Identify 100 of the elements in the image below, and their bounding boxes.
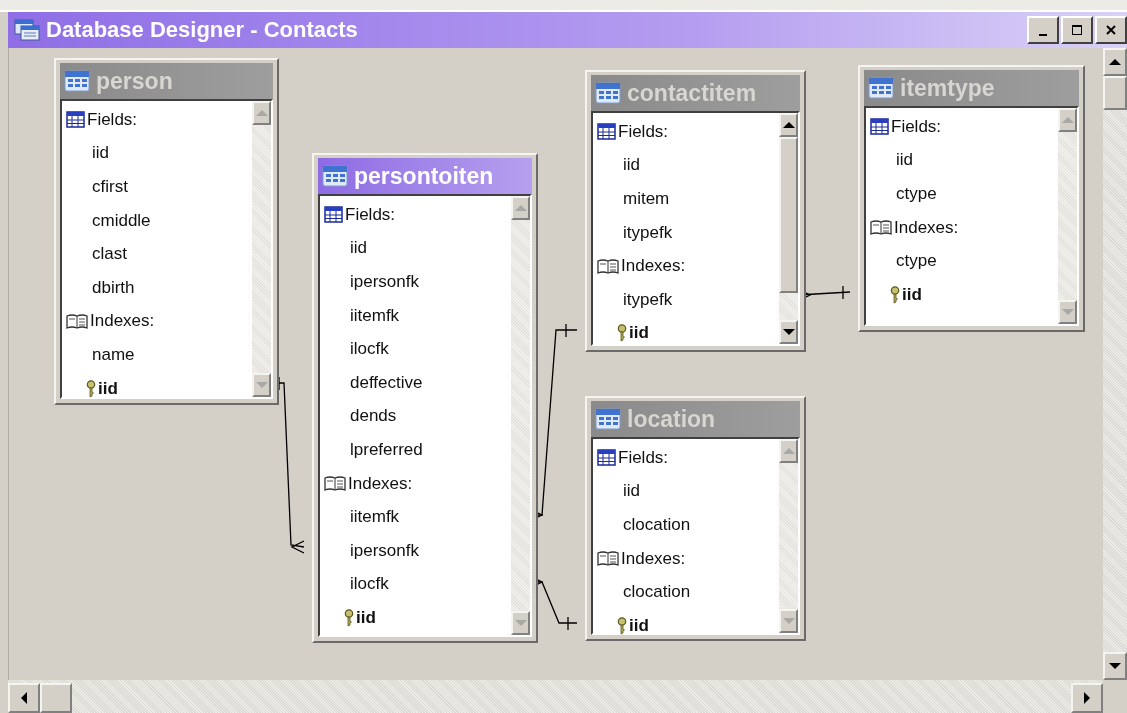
key-icon bbox=[890, 285, 900, 304]
field-item[interactable]: ctype bbox=[896, 251, 937, 272]
table-window[interactable]: persontoiten Fields: iid ipersonfk iitemfk ilocfk deffective dends lpreferred Indexes: iitemfk ipersonfk ilocfk iid bbox=[312, 153, 538, 643]
book-icon bbox=[870, 219, 892, 237]
primary-key-field[interactable]: iid bbox=[356, 607, 376, 628]
field-item[interactable]: mitem bbox=[623, 189, 670, 209]
field-item[interactable]: cmiddle bbox=[92, 210, 151, 231]
fields-icon bbox=[597, 123, 616, 141]
field-item[interactable]: ctype bbox=[896, 184, 937, 204]
table-icon bbox=[64, 69, 90, 93]
scroll-down-icon bbox=[255, 382, 268, 388]
section-label: Fields: bbox=[618, 447, 669, 468]
table-name: location bbox=[627, 405, 716, 433]
close-icon bbox=[1105, 24, 1117, 36]
scroll-down-icon bbox=[514, 620, 527, 626]
key-icon bbox=[86, 379, 96, 398]
vertical-scrollbar[interactable] bbox=[1103, 48, 1127, 680]
field-item[interactable]: iid bbox=[623, 481, 640, 502]
fields-icon bbox=[870, 118, 889, 136]
scroll-thumb[interactable] bbox=[779, 137, 798, 293]
table-icon bbox=[322, 164, 348, 188]
table-name: person bbox=[96, 67, 173, 95]
section-label: Indexes: bbox=[348, 473, 413, 494]
table-icon bbox=[595, 81, 621, 105]
section-label: Fields: bbox=[891, 116, 942, 137]
scroll-up-icon bbox=[255, 110, 268, 116]
field-item[interactable]: ilocfk bbox=[350, 574, 389, 595]
scroll-up-icon bbox=[782, 448, 795, 454]
fields-icon bbox=[66, 111, 85, 129]
field-item[interactable]: iid bbox=[623, 155, 640, 176]
primary-key-field[interactable]: iid bbox=[629, 615, 649, 636]
key-icon bbox=[344, 608, 354, 627]
table-window[interactable]: location Fields: iid clocation Indexes: clocation iid bbox=[585, 396, 806, 641]
section-label: Fields: bbox=[618, 121, 669, 142]
scroll-thumb[interactable] bbox=[40, 683, 72, 713]
fields-icon bbox=[597, 449, 616, 467]
table-scrollbar[interactable] bbox=[779, 439, 798, 633]
window-app-icon bbox=[14, 18, 40, 42]
scroll-up-icon bbox=[1061, 117, 1074, 123]
table-icon bbox=[595, 407, 621, 431]
minimize-button[interactable] bbox=[1027, 16, 1059, 44]
scroll-up-icon bbox=[1109, 59, 1121, 65]
field-item[interactable]: ilocfk bbox=[350, 339, 389, 360]
section-label: Indexes: bbox=[621, 548, 686, 569]
table-window[interactable]: contactitem Fields: iid mitem itypefk Indexes: itypefk iid bbox=[585, 70, 806, 352]
scroll-left-icon bbox=[21, 692, 27, 704]
key-icon bbox=[617, 324, 627, 343]
scroll-up-icon bbox=[782, 122, 795, 128]
field-item[interactable]: name bbox=[92, 344, 135, 365]
field-item[interactable]: iitemfk bbox=[350, 305, 400, 326]
book-icon bbox=[66, 312, 88, 330]
primary-key-field[interactable]: iid bbox=[629, 323, 649, 344]
book-icon bbox=[324, 475, 346, 493]
field-item[interactable]: iid bbox=[350, 238, 367, 259]
table-scrollbar[interactable] bbox=[511, 196, 530, 635]
field-item[interactable]: ipersonfk bbox=[350, 272, 419, 292]
primary-key-field[interactable]: iid bbox=[98, 378, 118, 399]
table-icon bbox=[868, 76, 894, 100]
close-button[interactable] bbox=[1095, 16, 1127, 44]
scroll-down-icon bbox=[782, 329, 795, 335]
minimize-icon bbox=[1039, 33, 1047, 36]
table-scrollbar[interactable] bbox=[1058, 108, 1077, 324]
section-label: Indexes: bbox=[621, 256, 686, 277]
scroll-up-icon bbox=[514, 205, 527, 211]
field-item[interactable]: itypefk bbox=[623, 222, 673, 243]
field-item[interactable]: clast bbox=[92, 244, 127, 265]
field-item[interactable]: itypefk bbox=[623, 289, 673, 310]
maximize-icon bbox=[1071, 24, 1083, 36]
field-item[interactable]: clocation bbox=[623, 515, 691, 535]
table-window[interactable]: itemtype Fields: iid ctype Indexes: ctype iid bbox=[858, 65, 1085, 332]
section-label: Indexes: bbox=[894, 217, 959, 238]
book-icon bbox=[597, 550, 619, 568]
field-item[interactable]: iid bbox=[896, 150, 913, 171]
field-item[interactable]: deffective bbox=[350, 372, 423, 393]
scroll-thumb[interactable] bbox=[1103, 76, 1127, 110]
book-icon bbox=[597, 257, 619, 275]
table-name: contactitem bbox=[627, 79, 757, 107]
field-item[interactable]: cfirst bbox=[92, 177, 128, 197]
key-icon bbox=[617, 616, 627, 635]
scroll-down-icon bbox=[1061, 309, 1074, 315]
table-name: itemtype bbox=[900, 74, 995, 102]
table-window[interactable]: person Fields: iid cfirst cmiddle clast dbirth Indexes: name iid bbox=[54, 58, 279, 405]
horizontal-scrollbar[interactable] bbox=[8, 680, 1103, 713]
scroll-down-icon bbox=[782, 618, 795, 624]
section-label: Fields: bbox=[87, 109, 138, 130]
scroll-right-icon bbox=[1084, 692, 1090, 704]
field-item[interactable]: iid bbox=[92, 143, 109, 164]
fields-icon bbox=[324, 206, 343, 224]
field-item[interactable]: ipersonfk bbox=[350, 540, 419, 561]
field-item[interactable]: iitemfk bbox=[350, 507, 400, 528]
field-item[interactable]: clocation bbox=[623, 582, 691, 603]
field-item[interactable]: lpreferred bbox=[350, 439, 423, 460]
field-item[interactable]: dbirth bbox=[92, 277, 135, 298]
maximize-button[interactable] bbox=[1061, 16, 1093, 44]
table-scrollbar[interactable] bbox=[779, 113, 798, 344]
primary-key-field[interactable]: iid bbox=[902, 284, 922, 305]
section-label: Indexes: bbox=[90, 311, 155, 332]
window-title: Database Designer - Contacts bbox=[46, 17, 358, 43]
field-item[interactable]: dends bbox=[350, 406, 397, 427]
table-scrollbar[interactable] bbox=[252, 101, 271, 397]
